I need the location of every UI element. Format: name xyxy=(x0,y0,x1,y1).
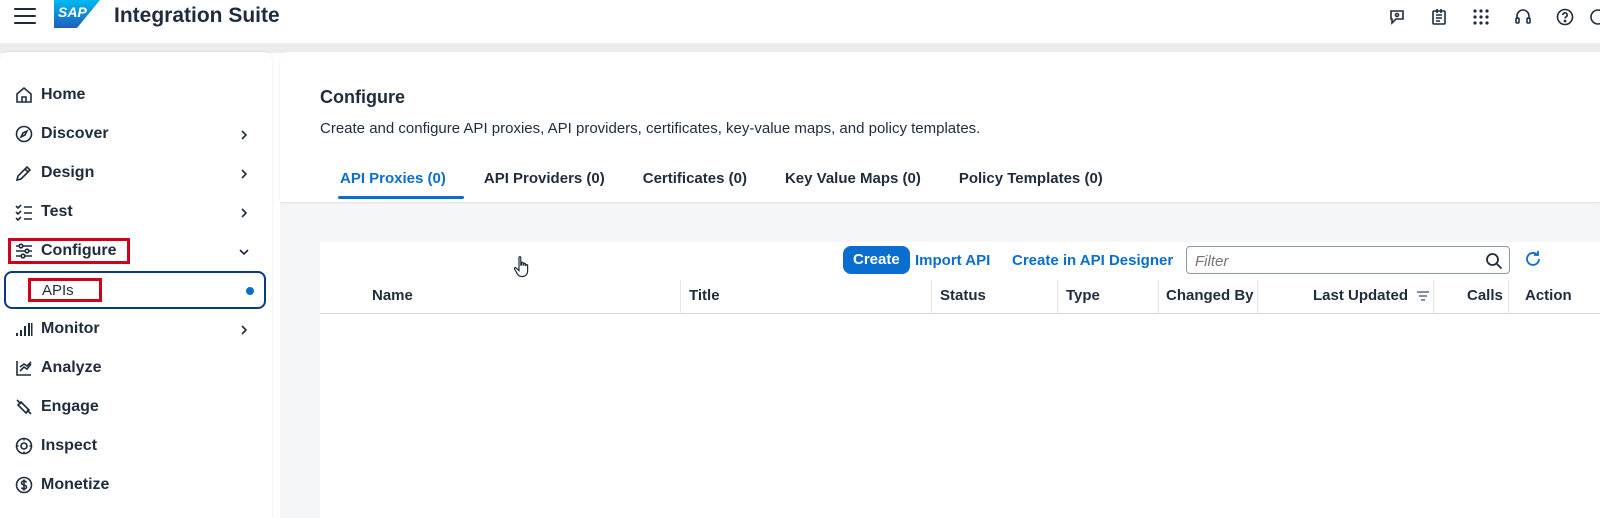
sap-logo: SAP xyxy=(54,0,100,28)
notes-icon[interactable] xyxy=(1418,2,1460,32)
filter-field[interactable] xyxy=(1186,246,1510,274)
svg-text:SAP: SAP xyxy=(58,4,87,20)
sidebar-item-label: Monitor xyxy=(41,320,100,337)
sidebar-item-test[interactable]: Test xyxy=(8,196,264,228)
dollar-icon xyxy=(14,475,34,495)
sidebar-item-home[interactable]: Home xyxy=(8,79,264,111)
sidebar-item-label: Discover xyxy=(41,125,109,142)
column-header-status[interactable]: Status xyxy=(940,278,986,314)
highlight-box-configure xyxy=(8,238,130,264)
api-proxies-table: Create Import API Create in API Designer… xyxy=(320,242,1600,518)
side-navigation: Home Discover Design Test Configure APIs… xyxy=(0,52,272,518)
column-separator xyxy=(680,280,681,314)
profile-avatar[interactable] xyxy=(1586,2,1600,32)
main-content: Configure Create and configure API proxi… xyxy=(280,52,1600,518)
tab-certificates[interactable]: Certificates (0) xyxy=(623,160,765,199)
highlight-box-apis xyxy=(28,278,102,302)
home-icon xyxy=(14,85,34,105)
chevron-right-icon[interactable] xyxy=(238,167,250,179)
column-header-calls[interactable]: Calls xyxy=(1467,278,1503,314)
chevron-right-icon[interactable] xyxy=(238,206,250,218)
column-header-type[interactable]: Type xyxy=(1066,278,1100,314)
tab-bar: API Proxies (0) API Providers (0) Certif… xyxy=(320,160,1121,199)
headset-icon[interactable] xyxy=(1502,2,1544,32)
chevron-down-icon[interactable] xyxy=(238,245,250,257)
create-in-api-designer-button[interactable]: Create in API Designer xyxy=(1012,252,1173,269)
filter-input[interactable] xyxy=(1195,251,1475,271)
tab-key-value-maps[interactable]: Key Value Maps (0) xyxy=(765,160,939,199)
hand-cursor-icon xyxy=(513,256,529,278)
chevron-right-icon[interactable] xyxy=(238,128,250,140)
sidebar-item-design[interactable]: Design xyxy=(8,157,264,189)
sidebar-item-analyze[interactable]: Analyze xyxy=(8,352,264,384)
page-description: Create and configure API proxies, API pr… xyxy=(320,120,981,137)
hamburger-menu-icon[interactable] xyxy=(14,6,36,26)
chevron-right-icon[interactable] xyxy=(238,323,250,335)
column-separator xyxy=(1433,280,1434,314)
pencil-icon xyxy=(14,163,34,183)
column-header-action[interactable]: Action xyxy=(1525,278,1572,314)
sidebar-item-label: Engage xyxy=(41,398,99,415)
analyze-icon xyxy=(14,358,34,378)
column-separator xyxy=(1057,280,1058,314)
checklist-icon xyxy=(14,202,34,222)
tab-api-providers[interactable]: API Providers (0) xyxy=(464,160,623,199)
grid-icon[interactable] xyxy=(1460,2,1502,32)
column-separator xyxy=(1158,280,1159,314)
page-header: Configure Create and configure API proxi… xyxy=(280,52,1600,202)
search-icon[interactable] xyxy=(1485,252,1503,270)
table-header: Name Title Status Type Changed By Last U… xyxy=(320,278,1600,314)
sidebar-item-monitor[interactable]: Monitor xyxy=(8,313,264,345)
column-header-name[interactable]: Name xyxy=(372,278,413,314)
sidebar-item-monetize[interactable]: Monetize xyxy=(8,469,264,501)
compass-icon xyxy=(14,124,34,144)
selected-indicator xyxy=(246,287,254,295)
column-separator xyxy=(1508,280,1509,314)
tab-api-proxies[interactable]: API Proxies (0) xyxy=(320,160,464,199)
sidebar-item-label: Inspect xyxy=(41,437,98,454)
sidebar-item-label: Monetize xyxy=(41,476,110,493)
sidebar-item-engage[interactable]: Engage xyxy=(8,391,264,423)
help-icon[interactable] xyxy=(1544,2,1586,32)
shell-bar: SAP Integration Suite xyxy=(0,0,1600,44)
sort-icon xyxy=(1417,291,1430,301)
column-header-last-updated-wrap[interactable]: Last Updated xyxy=(1313,278,1430,314)
monitor-icon xyxy=(14,319,34,339)
column-header-last-updated: Last Updated xyxy=(1313,287,1409,304)
inspect-icon xyxy=(14,436,34,456)
assistant-icon[interactable] xyxy=(1376,2,1418,32)
sidebar-item-inspect[interactable]: Inspect xyxy=(8,430,264,462)
app-title: Integration Suite xyxy=(114,4,280,27)
column-header-changed-by[interactable]: Changed By xyxy=(1166,278,1254,314)
import-api-button[interactable]: Import API xyxy=(915,252,990,269)
sidebar-item-label: Design xyxy=(41,164,95,181)
engage-icon xyxy=(14,397,34,417)
sidebar-item-label: Analyze xyxy=(41,359,102,376)
column-separator xyxy=(931,280,932,314)
page-title: Configure xyxy=(320,87,405,107)
sidebar-item-discover[interactable]: Discover xyxy=(8,118,264,150)
column-separator xyxy=(1257,280,1258,314)
tab-policy-templates[interactable]: Policy Templates (0) xyxy=(939,160,1121,199)
create-button[interactable]: Create xyxy=(843,246,910,274)
refresh-icon[interactable] xyxy=(1523,249,1543,269)
sidebar-item-label: Home xyxy=(41,86,86,103)
column-header-title[interactable]: Title xyxy=(689,278,720,314)
sidebar-item-label: Test xyxy=(41,203,73,220)
